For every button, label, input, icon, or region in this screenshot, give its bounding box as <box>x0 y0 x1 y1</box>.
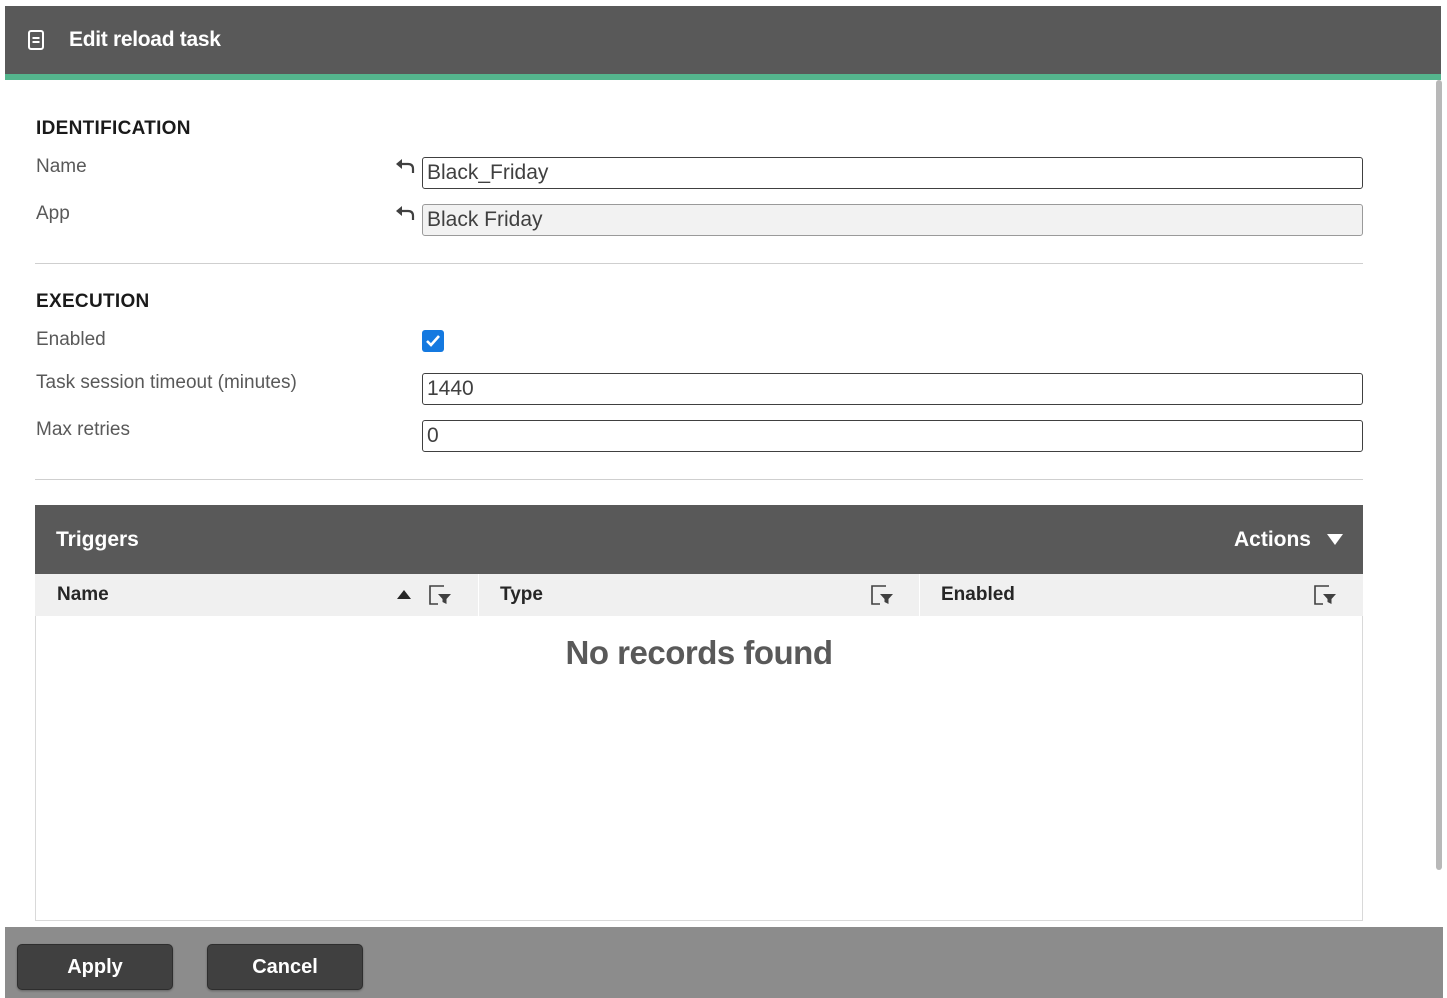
timeout-label: Task session timeout (minutes) <box>36 372 297 393</box>
document-icon <box>27 30 45 50</box>
name-input[interactable] <box>422 157 1363 189</box>
checkmark-icon <box>426 335 440 347</box>
execution-heading: EXECUTION <box>36 291 150 312</box>
section-divider <box>35 479 1363 480</box>
app-input <box>422 204 1363 236</box>
column-header-enabled[interactable]: Enabled <box>920 574 1363 616</box>
column-label: Type <box>500 584 543 605</box>
app-label: App <box>36 203 70 224</box>
header-accent-bar <box>5 74 1441 80</box>
actions-menu-button[interactable]: Actions <box>1234 528 1343 552</box>
vertical-scrollbar[interactable] <box>1436 80 1442 870</box>
empty-table-message: No records found <box>565 634 833 671</box>
actions-label: Actions <box>1233 527 1311 551</box>
dialog-header: Edit reload task <box>5 6 1441 74</box>
name-label: Name <box>36 156 87 177</box>
undo-arrow-icon[interactable] <box>396 158 416 176</box>
max-retries-input[interactable] <box>422 420 1363 452</box>
enabled-checkbox[interactable] <box>422 330 444 352</box>
sort-ascending-icon[interactable] <box>397 590 411 599</box>
apply-button[interactable]: Apply <box>17 944 173 990</box>
column-header-name[interactable]: Name <box>35 574 479 616</box>
column-label: Enabled <box>941 584 1015 605</box>
max-retries-label: Max retries <box>36 419 130 440</box>
column-header-type[interactable]: Type <box>479 574 920 616</box>
filter-icon[interactable] <box>870 584 894 606</box>
undo-arrow-icon[interactable] <box>396 205 416 223</box>
timeout-input[interactable] <box>422 373 1363 405</box>
filter-icon[interactable] <box>428 584 452 606</box>
cancel-button[interactable]: Cancel <box>207 944 363 990</box>
triggers-title: Triggers <box>56 527 139 551</box>
section-divider <box>35 263 1363 264</box>
filter-icon[interactable] <box>1313 584 1337 606</box>
dialog-title: Edit reload task <box>69 28 221 51</box>
identification-heading: IDENTIFICATION <box>36 118 191 139</box>
triggers-panel: Triggers Actions Name Type Enabled No re… <box>35 505 1363 921</box>
chevron-down-icon <box>1327 534 1343 545</box>
column-label: Name <box>57 584 109 605</box>
triggers-header: Triggers Actions <box>35 505 1363 574</box>
enabled-label: Enabled <box>36 329 106 350</box>
